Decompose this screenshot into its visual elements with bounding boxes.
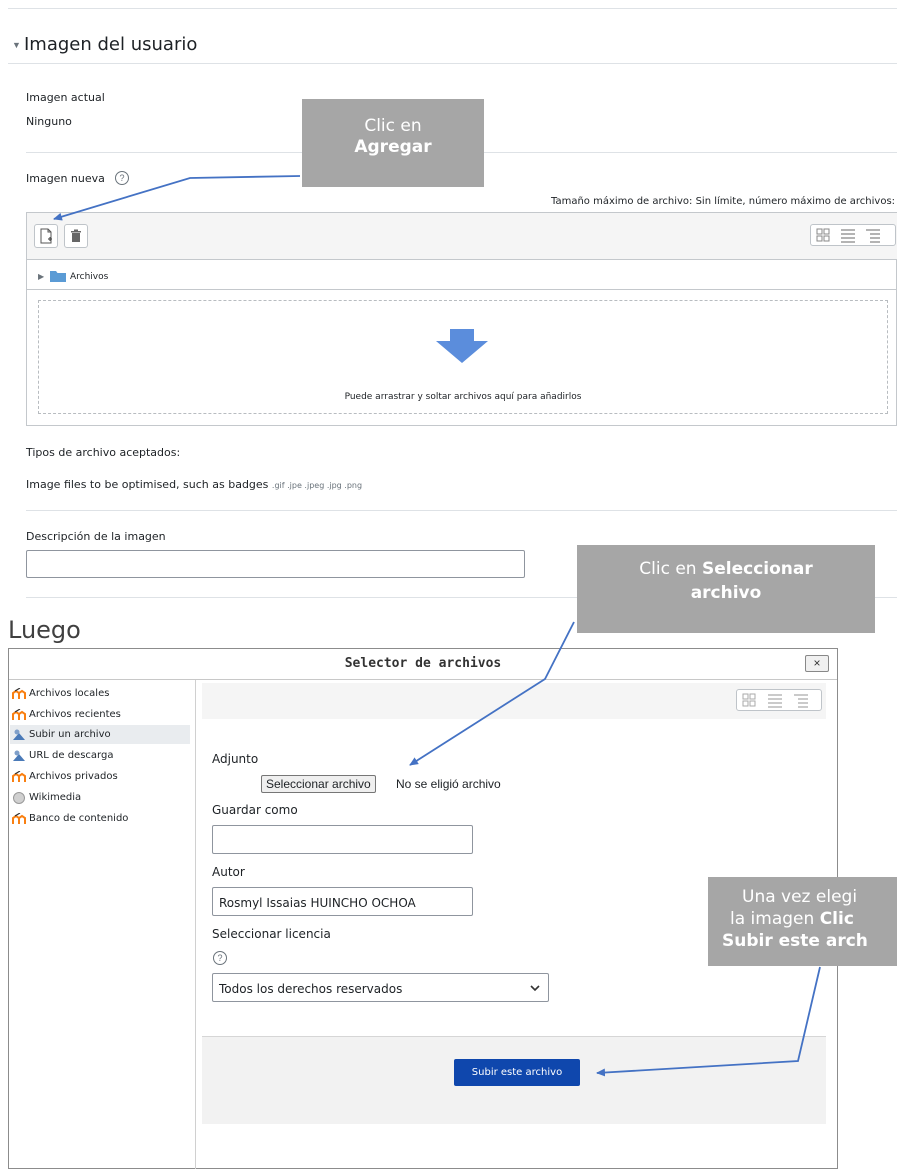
annotation-arrows bbox=[53, 175, 821, 1077]
arrow-to-upload-button bbox=[596, 966, 821, 1077]
arrow-to-choose-file bbox=[409, 621, 575, 766]
arrow-to-add-button bbox=[53, 175, 301, 221]
